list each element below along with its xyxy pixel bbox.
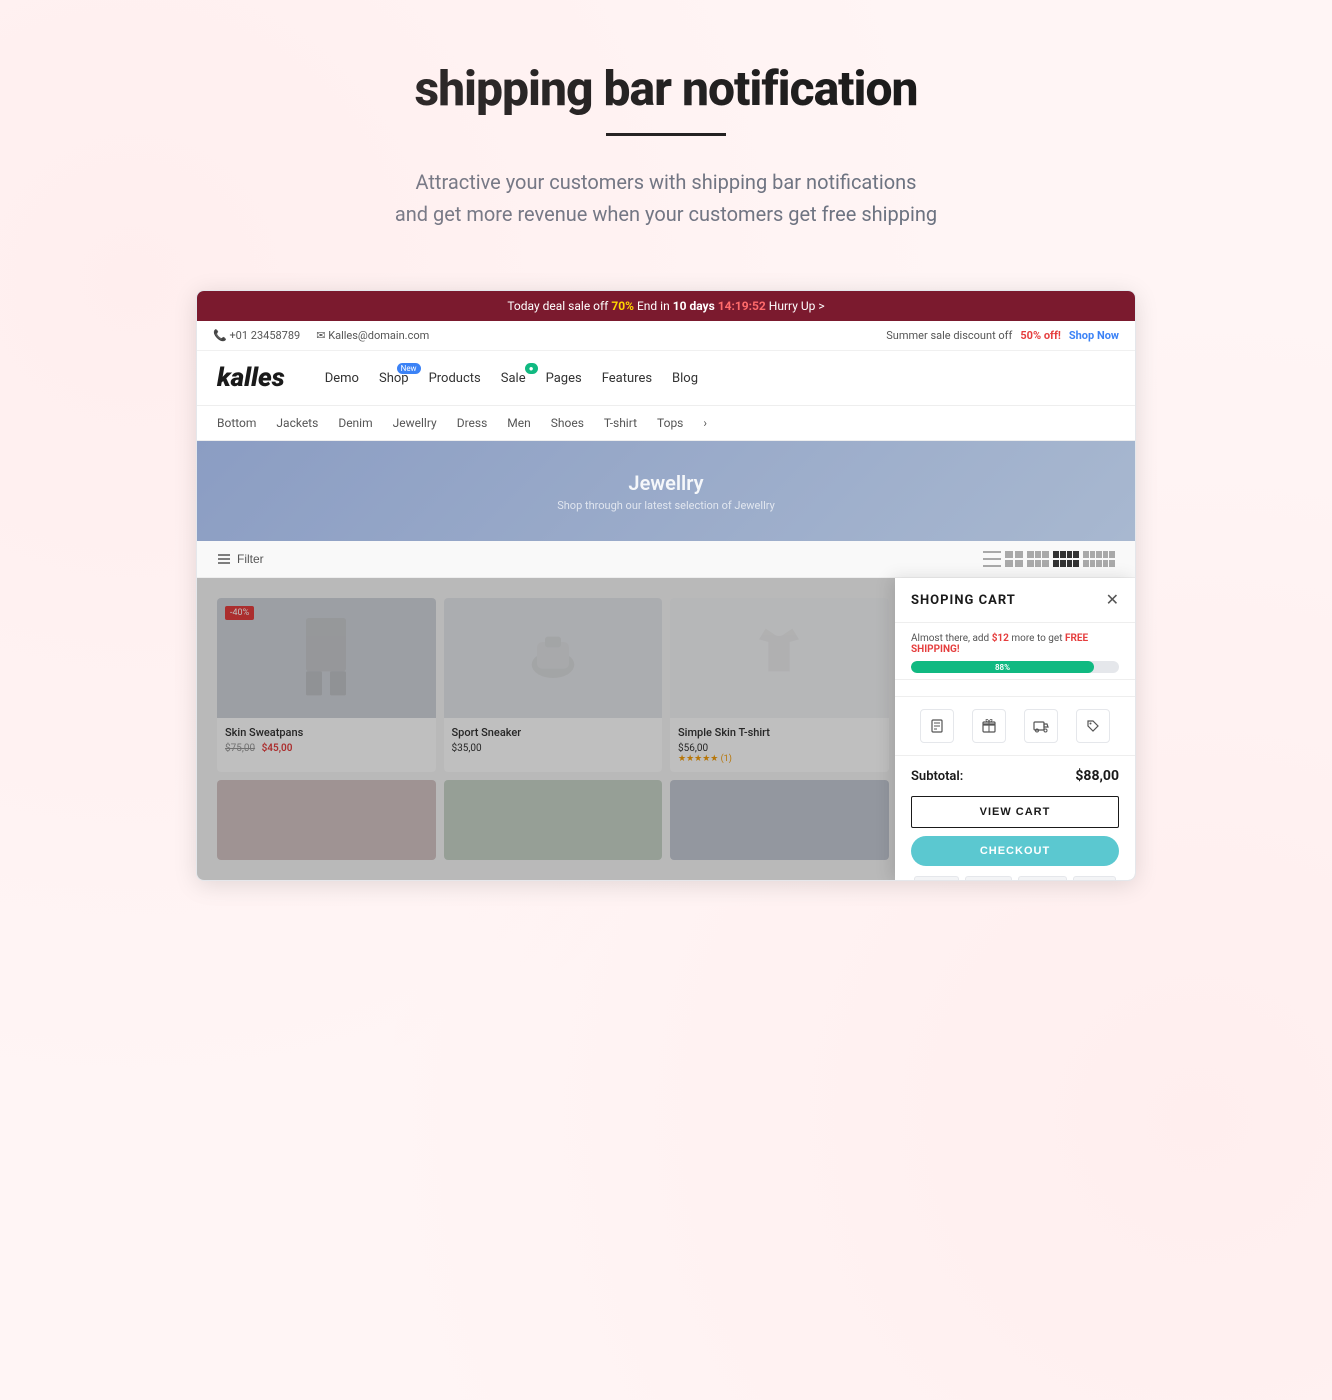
authorize-badge: Authorize xyxy=(1018,876,1067,881)
norton-badge: ✓Norton xyxy=(914,876,960,881)
view-grid-5[interactable] xyxy=(1083,551,1115,567)
tag-action-button[interactable] xyxy=(1076,709,1110,743)
shop-badge: New xyxy=(397,363,421,374)
note-icon xyxy=(930,719,944,733)
store-nav-items: Demo Shop New Products Sale ● Pages Feat… xyxy=(325,371,698,386)
subtotal-value: $88,00 xyxy=(1075,768,1119,784)
shipping-progress-fill: 88% xyxy=(911,661,1094,673)
cart-item-tote-bag: Tote Bag Cream Cord $16,00 1 xyxy=(895,688,1135,696)
view-cart-button[interactable]: VIEW CART xyxy=(911,796,1119,828)
cart-title: SHOPING CART xyxy=(911,593,1016,608)
cat-denim[interactable]: Denim xyxy=(338,416,372,430)
truste-badge: TRUSTe xyxy=(1073,876,1116,881)
topnav-left: 📞 +01 23458789 ✉ Kalles@domain.com xyxy=(213,329,429,342)
page-title: shipping bar notification xyxy=(20,60,1312,117)
sale-badge: ● xyxy=(525,363,538,374)
cat-more[interactable]: › xyxy=(703,416,707,430)
nav-item-shop[interactable]: Shop New xyxy=(379,371,409,386)
shipping-action-button[interactable] xyxy=(1024,709,1058,743)
cart-close-button[interactable]: ✕ xyxy=(1106,592,1119,608)
cat-men[interactable]: Men xyxy=(507,416,530,430)
cart-header: SHOPING CART ✕ xyxy=(895,578,1135,623)
store-mainnav: kalles Demo Shop New Products Sale ● Pag… xyxy=(197,351,1135,406)
google-badge: G Google xyxy=(965,876,1012,881)
cat-tops[interactable]: Tops xyxy=(657,416,683,430)
nav-item-features[interactable]: Features xyxy=(602,371,652,386)
mockup-wrapper: Today deal sale off 70% End in 10 days 1… xyxy=(196,290,1136,881)
cart-subtotal: Subtotal: $88,00 xyxy=(911,768,1119,784)
cat-jewellry[interactable]: Jewellry xyxy=(393,416,437,430)
page-header: shipping bar notification Attractive you… xyxy=(0,0,1332,270)
store-hero: Jewellry Shop through our latest selecti… xyxy=(197,441,1135,541)
view-options xyxy=(983,551,1115,567)
nav-item-blog[interactable]: Blog xyxy=(672,371,698,386)
tag-icon xyxy=(1086,719,1100,733)
view-grid-2[interactable] xyxy=(1005,551,1023,567)
cart-panel: SHOPING CART ✕ Almost there, add $12 mor… xyxy=(895,578,1135,880)
hero-subtitle: Shop through our latest selection of Jew… xyxy=(557,499,775,512)
nav-item-demo[interactable]: Demo xyxy=(325,371,359,386)
nav-item-pages[interactable]: Pages xyxy=(546,371,582,386)
gift-icon xyxy=(982,719,996,733)
nav-item-sale[interactable]: Sale ● xyxy=(501,371,526,386)
view-grid-3[interactable] xyxy=(1027,551,1049,567)
filter-icon xyxy=(217,552,231,566)
view-grid-4[interactable] xyxy=(1053,551,1079,567)
shipping-bar-section: Almost there, add $12 more to get FREE S… xyxy=(895,623,1135,680)
cart-items-list: Tote Bag Cream Cord $16,00 1 xyxy=(895,680,1135,696)
filter-button[interactable]: Filter xyxy=(217,552,264,566)
gift-action-button[interactable] xyxy=(972,709,1006,743)
cat-dress[interactable]: Dress xyxy=(457,416,488,430)
cat-jackets[interactable]: Jackets xyxy=(276,416,318,430)
hero-title: Jewellry xyxy=(628,471,703,495)
store-logo: kalles xyxy=(217,363,285,393)
trust-badges: ✓Norton G Google Authorize TRUSTe xyxy=(911,876,1119,881)
shipping-icon xyxy=(1033,719,1049,733)
page-subtitle: Attractive your customers with shipping … xyxy=(316,166,1016,230)
store-body: -40% Skin Sweatpans $75,00 $45,00 xyxy=(197,578,1135,880)
cat-shoes[interactable]: Shoes xyxy=(551,416,584,430)
promo-bar: Today deal sale off 70% End in 10 days 1… xyxy=(197,291,1135,321)
view-list[interactable] xyxy=(983,551,1001,567)
email: ✉ Kalles@domain.com xyxy=(316,329,429,342)
store-topnav: 📞 +01 23458789 ✉ Kalles@domain.com Summe… xyxy=(197,321,1135,351)
store-container: Today deal sale off 70% End in 10 days 1… xyxy=(196,290,1136,881)
cart-actions xyxy=(895,696,1135,756)
page-divider xyxy=(606,133,726,136)
note-action-button[interactable] xyxy=(920,709,954,743)
shipping-bar-text: Almost there, add $12 more to get FREE S… xyxy=(911,633,1119,655)
subtotal-label: Subtotal: xyxy=(911,769,963,784)
cat-bottom[interactable]: Bottom xyxy=(217,416,256,430)
store-filterbar: Filter xyxy=(197,541,1135,578)
shipping-progress-bar: 88% xyxy=(911,661,1119,673)
cat-tshirt[interactable]: T-shirt xyxy=(604,416,637,430)
topnav-right: Summer sale discount off 50% off! Shop N… xyxy=(886,329,1119,342)
cart-footer: Subtotal: $88,00 VIEW CART CHECKOUT ✓Nor… xyxy=(895,756,1135,881)
store-catnav: Bottom Jackets Denim Jewellry Dress Men … xyxy=(197,406,1135,441)
checkout-button[interactable]: CHECKOUT xyxy=(911,836,1119,866)
progress-label: 88% xyxy=(995,663,1010,672)
phone: 📞 +01 23458789 xyxy=(213,329,300,342)
nav-item-products[interactable]: Products xyxy=(429,371,481,386)
